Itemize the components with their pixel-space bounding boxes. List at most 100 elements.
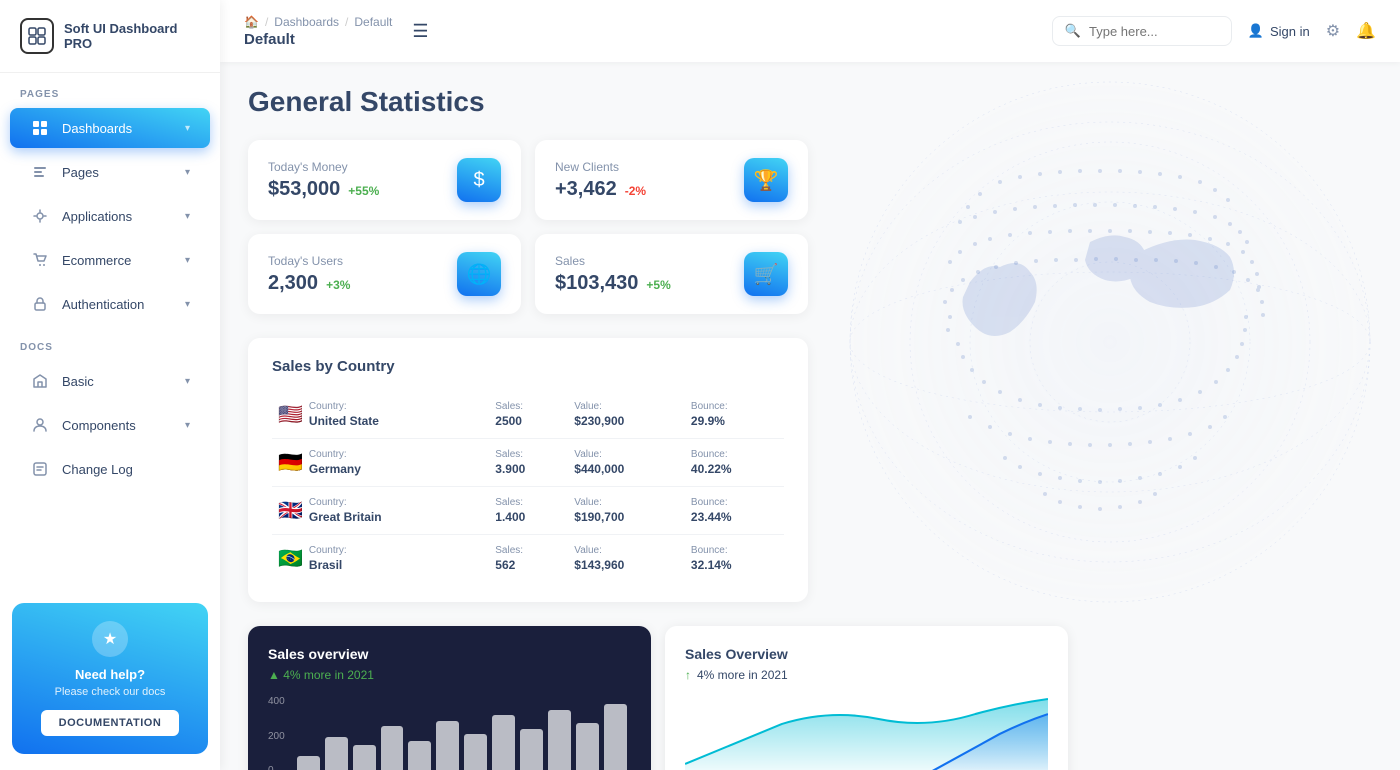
help-title: Need help?: [28, 667, 192, 682]
up-arrow-icon: ↑: [685, 668, 691, 682]
pages-icon: [30, 162, 50, 182]
bar: [492, 715, 515, 770]
sidebar-item-ecommerce[interactable]: Ecommerce ▾: [10, 240, 210, 280]
users-icon: 🌐: [457, 252, 501, 296]
docs-section-label: DOCS: [0, 326, 220, 359]
sales-cell: Sales: 3.900: [489, 439, 568, 487]
logo-icon: [20, 18, 54, 54]
bar: [436, 721, 459, 770]
ecommerce-arrow: ▾: [185, 255, 190, 266]
flag-icon: 🇧🇷: [278, 546, 303, 571]
bar: [408, 741, 431, 770]
sidebar-item-changelog[interactable]: Change Log: [10, 449, 210, 489]
dashboards-icon: [30, 118, 50, 138]
stat-value-sales: $103,430: [555, 272, 638, 295]
applications-icon: [30, 206, 50, 226]
bar-chart-bars: [293, 696, 631, 770]
y-axis-labels: 400 200 0: [268, 696, 285, 770]
basic-icon: [30, 371, 50, 391]
topbar: 🏠 / Dashboards / Default Default ☰ 🔍 👤 S…: [220, 0, 1400, 62]
y-label-400: 400: [268, 696, 285, 707]
breadcrumb-current-top: Default: [354, 15, 392, 29]
hamburger-button[interactable]: ☰: [412, 21, 428, 42]
help-subtitle: Please check our docs: [28, 686, 192, 698]
components-icon: [30, 415, 50, 435]
sidebar-item-dashboards[interactable]: Dashboards ▾: [10, 108, 210, 148]
app-name: Soft UI Dashboard PRO: [64, 21, 200, 51]
signin-button[interactable]: 👤 Sign in: [1248, 23, 1310, 39]
stat-value-money: $53,000: [268, 178, 340, 201]
main-content: 🏠 / Dashboards / Default Default ☰ 🔍 👤 S…: [220, 0, 1400, 770]
bar-chart-title: Sales overview: [268, 646, 631, 662]
components-arrow: ▾: [185, 420, 190, 431]
bounce-cell: Bounce: 40.22%: [685, 439, 784, 487]
home-icon: 🏠: [244, 15, 259, 29]
stat-change-clients: -2%: [625, 184, 646, 198]
stat-label-money: Today's Money: [268, 160, 379, 174]
flag-cell: 🇩🇪 Country: Germany: [272, 439, 489, 487]
sidebar-item-basic[interactable]: Basic ▾: [10, 361, 210, 401]
bar: [325, 737, 348, 770]
line-chart-area: [685, 694, 1048, 770]
bottom-charts: Sales overview ▲ 4% more in 2021 400 200…: [248, 626, 1068, 770]
stat-card-clients: New Clients +3,462 -2% 🏆: [535, 140, 808, 220]
stat-change-sales: +5%: [646, 278, 670, 292]
bar-chart-sub: ▲ 4% more in 2021: [268, 668, 631, 682]
sidebar-item-components[interactable]: Components ▾: [10, 405, 210, 445]
bell-icon[interactable]: 🔔: [1356, 21, 1376, 41]
user-icon: 👤: [1248, 23, 1264, 39]
sales-sub-text: 4% more in 2021: [697, 668, 788, 682]
sidebar-item-authentication[interactable]: Authentication ▾: [10, 284, 210, 324]
bar: [576, 723, 599, 770]
bar-chart-card: Sales overview ▲ 4% more in 2021 400 200…: [248, 626, 651, 770]
ecommerce-icon: [30, 250, 50, 270]
search-input[interactable]: [1089, 24, 1219, 39]
stat-value-clients: +3,462: [555, 178, 617, 201]
value-cell: Value: $440,000: [568, 439, 685, 487]
stat-label-clients: New Clients: [555, 160, 646, 174]
content-area: General Statistics Today's Money $53,000…: [220, 62, 1400, 770]
sidebar-label-applications: Applications: [62, 209, 173, 224]
flag-icon: 🇩🇪: [278, 450, 303, 475]
content-inner: General Statistics Today's Money $53,000…: [220, 62, 1400, 770]
sidebar-label-changelog: Change Log: [62, 462, 190, 477]
breadcrumb-sep1: /: [265, 15, 268, 29]
documentation-button[interactable]: DOCUMENTATION: [41, 710, 180, 736]
sidebar-item-applications[interactable]: Applications ▾: [10, 196, 210, 236]
stat-label-sales: Sales: [555, 254, 671, 268]
stat-label-users: Today's Users: [268, 254, 350, 268]
settings-icon[interactable]: ⚙: [1326, 21, 1340, 41]
authentication-icon: [30, 294, 50, 314]
bar: [381, 726, 404, 770]
y-label-200: 200: [268, 731, 285, 742]
y-label-0: 0: [268, 765, 285, 770]
sales-country-title: Sales by Country: [272, 358, 784, 375]
help-star-icon: ★: [92, 621, 128, 657]
bar: [548, 710, 571, 770]
stat-card-users: Today's Users 2,300 +3% 🌐: [248, 234, 521, 314]
breadcrumb-sep2: /: [345, 15, 348, 29]
applications-arrow: ▾: [185, 211, 190, 222]
breadcrumb-current: Default: [244, 31, 392, 48]
sidebar-label-dashboards: Dashboards: [62, 121, 173, 136]
sidebar: Soft UI Dashboard PRO PAGES Dashboards ▾…: [0, 0, 220, 770]
sidebar-help-box: ★ Need help? Please check our docs DOCUM…: [12, 603, 208, 754]
breadcrumb: 🏠 / Dashboards / Default Default: [244, 15, 392, 48]
search-box[interactable]: 🔍: [1052, 16, 1232, 46]
sales-overview-sub: ↑ 4% more in 2021: [685, 668, 1048, 682]
sales-cell: Sales: 562: [489, 535, 568, 583]
sales-by-country-card: Sales by Country 🇺🇸 Country: United Stat…: [248, 338, 808, 602]
table-row: 🇬🇧 Country: Great Britain Sales: 1.400 V…: [272, 487, 784, 535]
page-title: General Statistics: [248, 86, 1372, 118]
bar: [520, 729, 543, 770]
pages-arrow: ▾: [185, 167, 190, 178]
bounce-cell: Bounce: 32.14%: [685, 535, 784, 583]
bar: [297, 756, 320, 770]
flag-icon: 🇬🇧: [278, 498, 303, 523]
basic-arrow: ▾: [185, 376, 190, 387]
flag-icon: 🇺🇸: [278, 402, 303, 427]
stat-card-sales: Sales $103,430 +5% 🛒: [535, 234, 808, 314]
authentication-arrow: ▾: [185, 299, 190, 310]
bar: [353, 745, 376, 770]
sidebar-item-pages[interactable]: Pages ▾: [10, 152, 210, 192]
